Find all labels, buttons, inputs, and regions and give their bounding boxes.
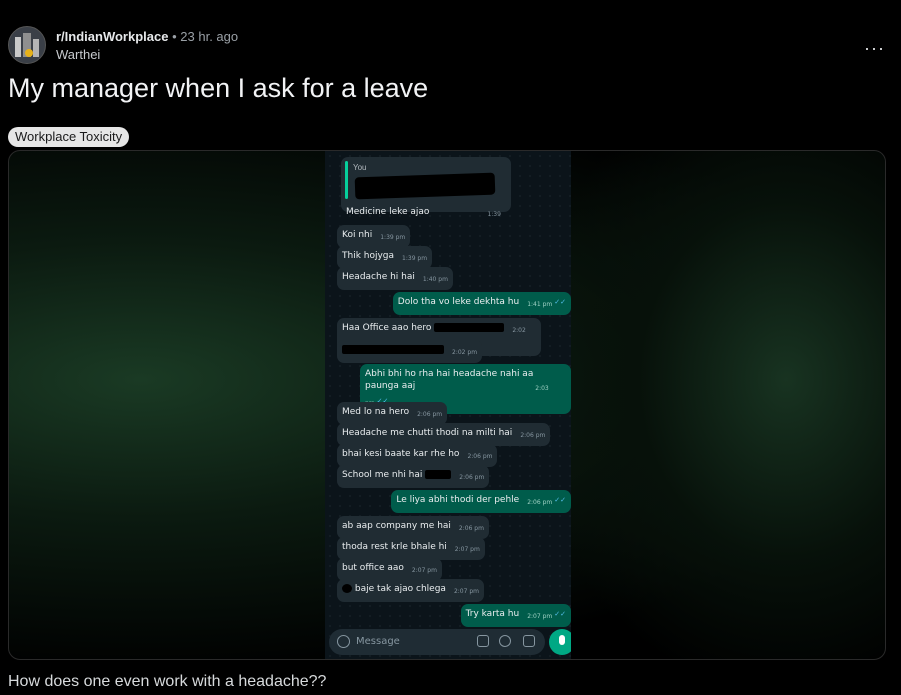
mic-icon [549, 629, 571, 655]
chat-message: 2:02 pm [337, 340, 483, 363]
chat-message: thoda rest krle bhale hi 2:07 pm [337, 537, 485, 560]
post-title: My manager when I ask for a leave [8, 73, 429, 103]
chat-message: ab aap company me hai 2:06 pm [337, 516, 489, 539]
chat-message: Thik hojyga 1:39 pm [337, 246, 433, 269]
attach-icon [477, 635, 489, 647]
camera-icon [523, 635, 535, 647]
redaction [434, 323, 505, 332]
chat-message: but office aao 2:07 pm [337, 558, 442, 581]
chat-message: baje tak ajao chlega 2:07 pm [337, 579, 484, 602]
emoji-icon [337, 635, 350, 648]
post-header: r/IndianWorkplace • 23 hr. ago Warthei [8, 26, 238, 64]
post-flair[interactable]: Workplace Toxicity [8, 127, 130, 147]
chat-message: Try karta hu 2:07 pm ✓✓ [460, 604, 571, 627]
chat-message: Med lo na hero 2:06 pm [337, 402, 448, 425]
chat-screenshot: You Medicine leke ajao1:39 pm Koi nhi1:3… [325, 151, 571, 659]
quote-author: You [353, 163, 367, 172]
more-options-icon[interactable]: ··· [864, 38, 885, 59]
redaction [342, 584, 352, 593]
post-body: How does one even work with a headache?? [8, 673, 327, 690]
chat-message: bhai kesi baate kar rhe ho 2:06 pm [337, 444, 498, 467]
redaction [425, 470, 452, 479]
message-input: Message [356, 636, 400, 647]
payment-icon [499, 635, 511, 647]
chat-message: Le liya abhi thodi der pehle 2:06 pm ✓✓ [391, 490, 571, 513]
chat-message: Headache hi hai 1:40 pm [337, 267, 453, 290]
author-link[interactable]: Warthei [56, 47, 238, 62]
post-time: 23 hr. ago [180, 28, 239, 44]
chat-message: School me nhi hai 2:06 pm [337, 465, 490, 488]
subreddit-link[interactable]: r/IndianWorkplace [56, 29, 168, 44]
post-image[interactable]: You Medicine leke ajao1:39 pm Koi nhi1:3… [8, 150, 886, 660]
meta-separator: • [172, 28, 177, 44]
chat-message: Koi nhi 1:39 pm [337, 225, 411, 248]
subreddit-avatar[interactable] [8, 26, 46, 64]
redaction [354, 172, 496, 200]
redaction [342, 345, 444, 354]
chat-message: Dolo tha vo leke dekhta hu 1:41 pm ✓✓ [392, 292, 571, 315]
chat-message: Headache me chutti thodi na milti hai 2:0… [337, 423, 551, 446]
message-composer: Message [329, 629, 545, 655]
